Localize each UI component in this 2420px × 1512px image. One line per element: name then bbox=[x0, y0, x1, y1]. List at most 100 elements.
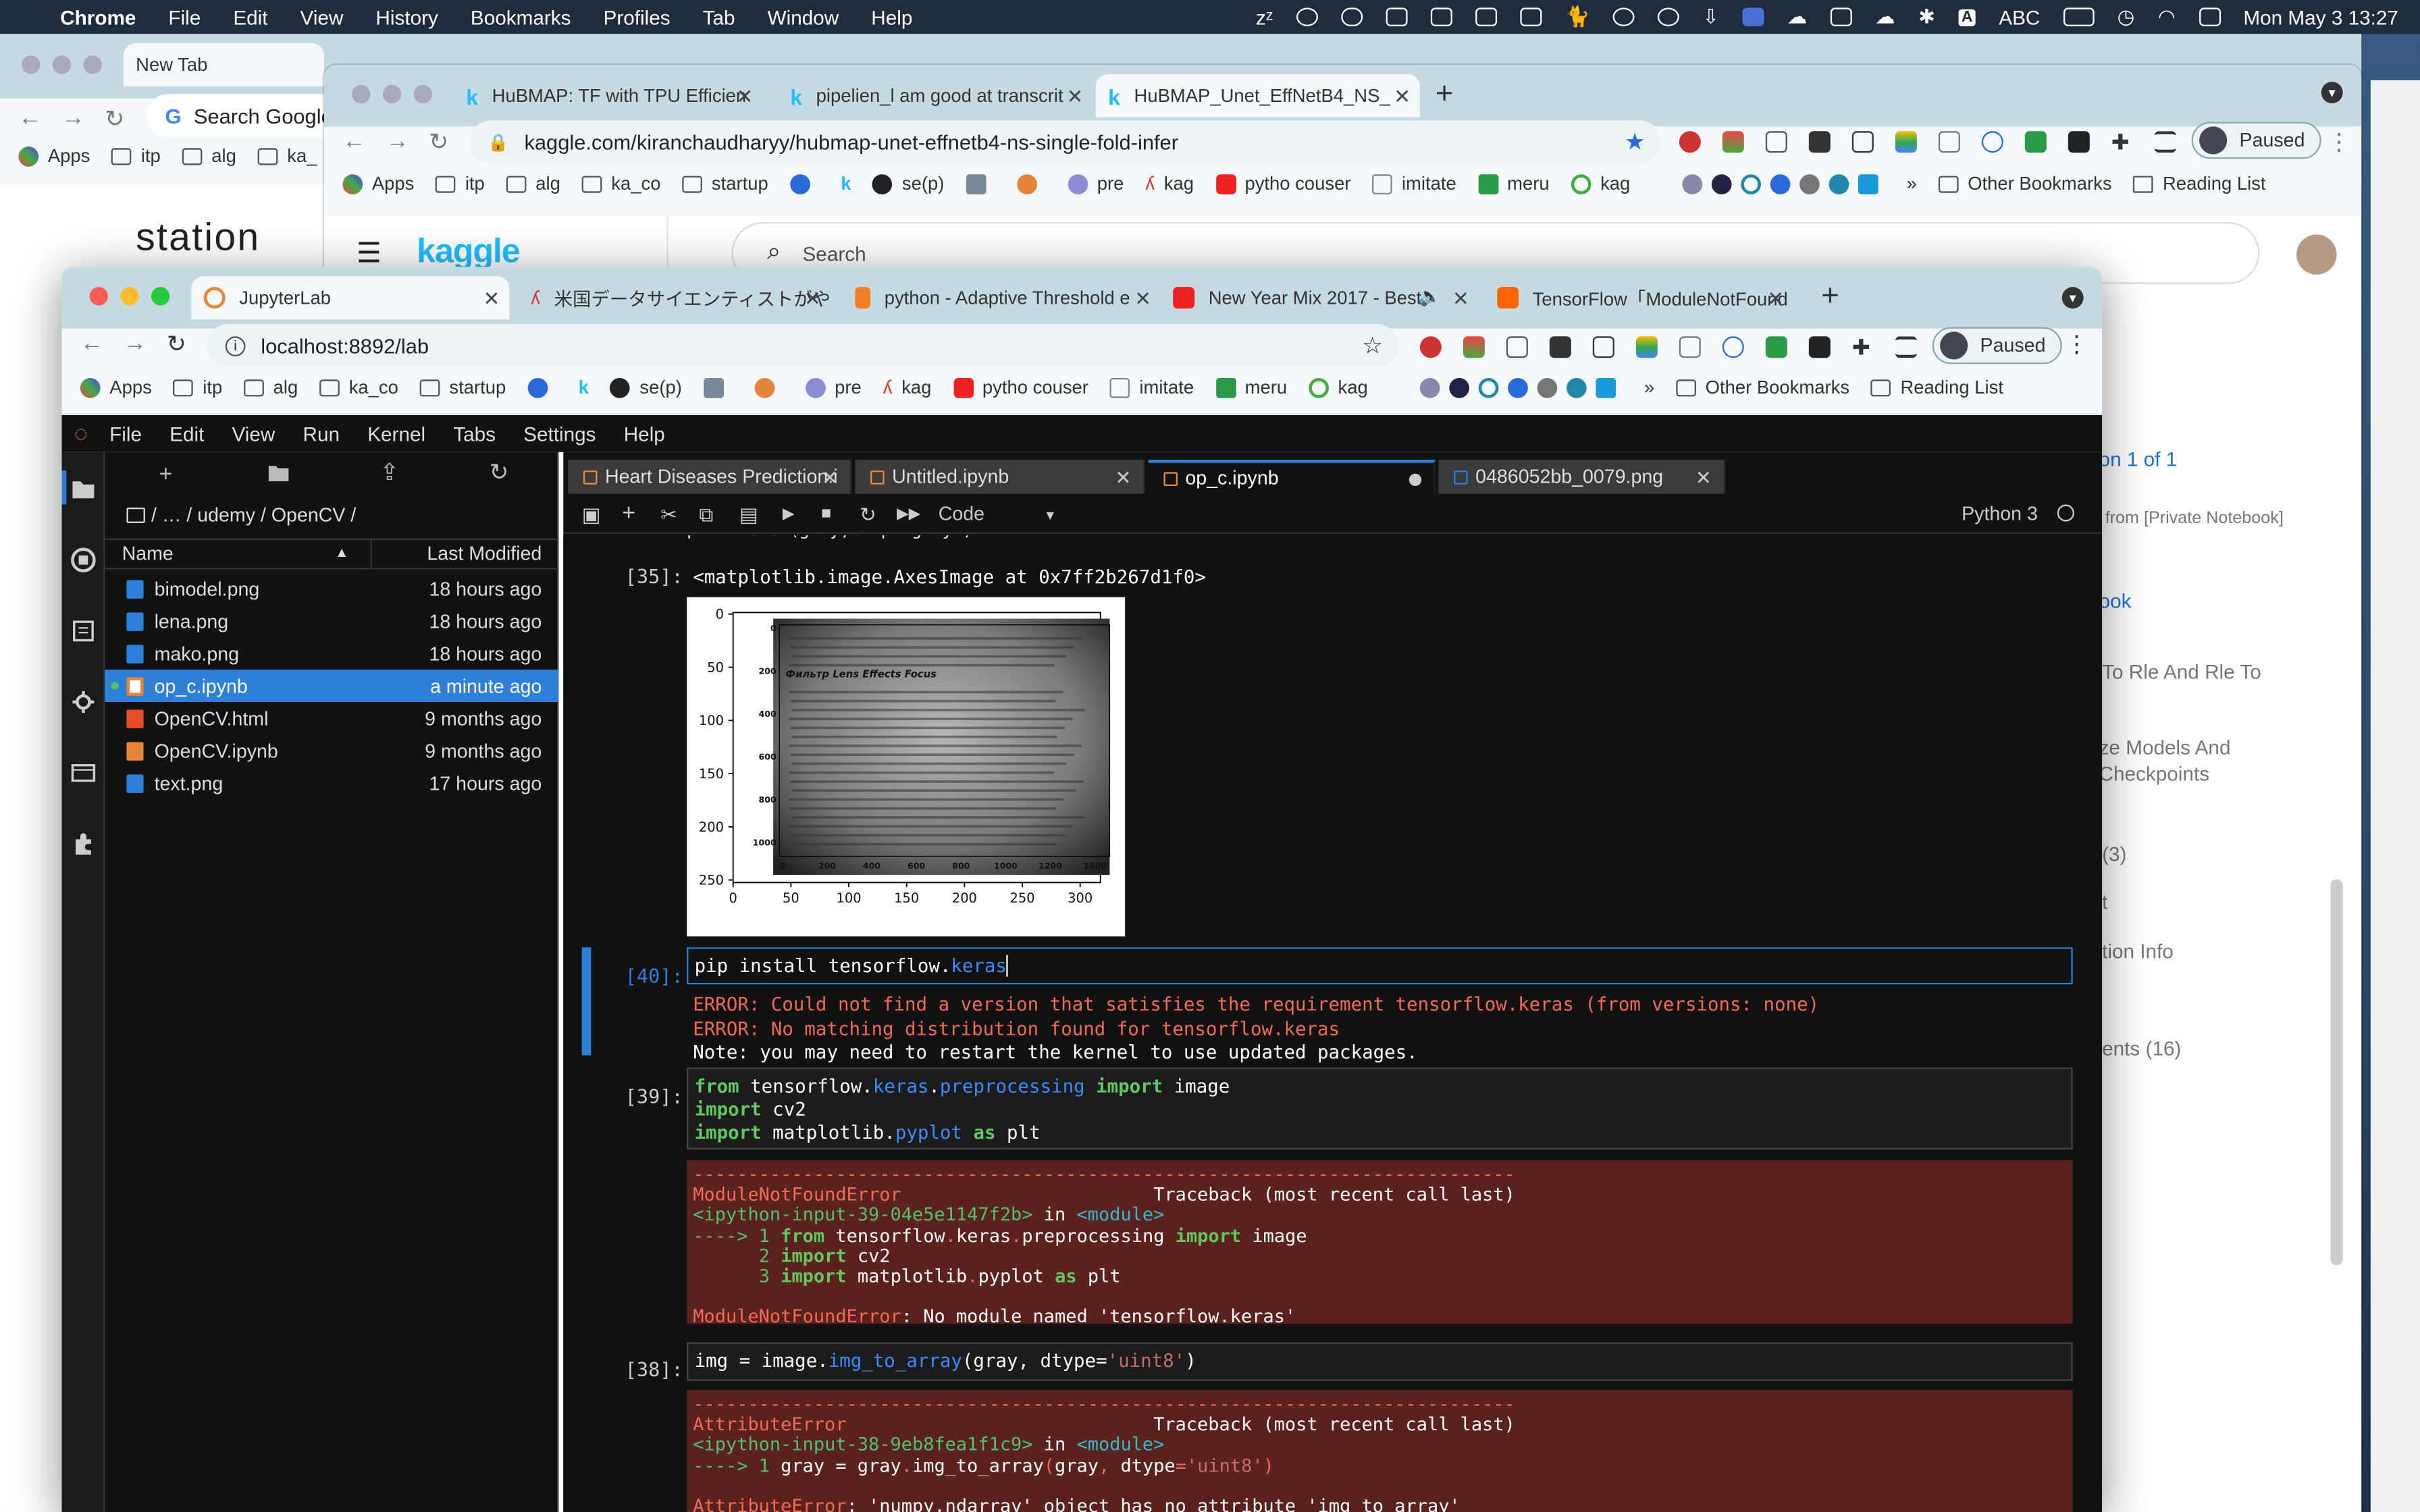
jl-menu-help[interactable]: Help bbox=[624, 422, 665, 445]
save-icon[interactable]: ▣ bbox=[582, 503, 601, 528]
kebab-menu-icon[interactable]: ⋮ bbox=[2065, 330, 2088, 358]
restart-icon[interactable]: ↻ bbox=[860, 503, 876, 528]
back-icon[interactable]: ← bbox=[18, 105, 41, 131]
ext-7-icon[interactable] bbox=[1679, 336, 1701, 358]
file-row[interactable]: OpenCV.html 9 months ago bbox=[105, 702, 558, 734]
extension-icon[interactable] bbox=[71, 832, 96, 857]
commands-icon[interactable] bbox=[71, 619, 96, 644]
menu-help[interactable]: Help bbox=[871, 5, 912, 28]
grid-icon[interactable] bbox=[1520, 7, 1542, 26]
ext-8-icon[interactable] bbox=[1981, 131, 2003, 153]
control-center-icon[interactable] bbox=[2199, 7, 2221, 26]
refresh-icon[interactable]: ↻ bbox=[490, 458, 509, 486]
ext-9-icon[interactable] bbox=[1765, 336, 1787, 358]
min-dot-icon[interactable] bbox=[382, 84, 402, 104]
kaggle-side-6[interactable]: Checkpoints bbox=[2099, 762, 2210, 785]
ext-8-icon[interactable] bbox=[1722, 336, 1744, 358]
tab-close-icon[interactable]: ✕ bbox=[483, 287, 500, 312]
bm-kag2[interactable]: kag bbox=[1571, 173, 1630, 194]
bm-alg[interactable]: alg bbox=[244, 377, 298, 398]
forward-icon[interactable]: → bbox=[61, 105, 84, 131]
menu-bookmarks[interactable]: Bookmarks bbox=[471, 5, 571, 28]
menu-chrome[interactable]: Chrome bbox=[60, 5, 136, 28]
folder-icon[interactable] bbox=[71, 477, 96, 502]
kaggle-side-10[interactable]: ents (16) bbox=[2102, 1037, 2181, 1060]
close-dot-icon[interactable] bbox=[89, 287, 108, 306]
running-icon[interactable] bbox=[71, 547, 96, 572]
bm-other[interactable]: Other Bookmarks bbox=[1676, 377, 1849, 398]
bm-more[interactable]: » bbox=[1420, 377, 1654, 398]
ext-1-icon[interactable] bbox=[1679, 131, 1701, 153]
bm-pytho[interactable]: pytho couser bbox=[1215, 173, 1351, 194]
ext-5-icon[interactable] bbox=[1592, 336, 1614, 358]
tab-close-icon[interactable]: ✕ bbox=[1394, 85, 1411, 110]
ext-2-icon[interactable] bbox=[1722, 131, 1744, 153]
menu-history[interactable]: History bbox=[375, 5, 438, 28]
input-source-icon[interactable]: A bbox=[1958, 8, 1976, 26]
unsaved-dot-icon[interactable] bbox=[1409, 473, 1422, 486]
battery-icon[interactable] bbox=[2063, 7, 2095, 26]
menu-file[interactable]: File bbox=[168, 5, 201, 28]
jl-tab-4[interactable]: New Year Mix 2017 - Best 🔈 ✕ bbox=[1161, 276, 1479, 319]
back-icon[interactable]: ← bbox=[342, 128, 365, 155]
playlist-icon[interactable] bbox=[2154, 131, 2176, 153]
close-icon[interactable]: ✕ bbox=[822, 465, 838, 488]
new-tab-icon[interactable]: + bbox=[1436, 77, 1454, 113]
bm-startup[interactable]: startup bbox=[682, 173, 768, 194]
doc-tab-png[interactable]: 0486052bb_0079.png ✕ bbox=[1438, 460, 1726, 494]
close-icon[interactable]: ✕ bbox=[1695, 465, 1712, 488]
bm-k[interactable]: k bbox=[841, 173, 851, 194]
kaggle-side-8[interactable]: t bbox=[2102, 890, 2107, 913]
bm-imitate[interactable]: imitate bbox=[1372, 173, 1456, 194]
kaggle-side-5[interactable]: ze Models And bbox=[2099, 736, 2231, 759]
ext-3-icon[interactable] bbox=[1506, 336, 1528, 358]
chart-icon[interactable] bbox=[1475, 7, 1497, 26]
stop-icon[interactable]: ■ bbox=[821, 504, 831, 522]
upload-cloud-icon[interactable]: ☁ bbox=[1787, 5, 1808, 30]
name-column-header[interactable]: Name bbox=[122, 543, 174, 565]
paste-icon[interactable]: ▤ bbox=[739, 503, 758, 528]
min-dot-icon[interactable] bbox=[120, 287, 139, 306]
puzzle-icon[interactable]: ✚ bbox=[1852, 336, 1874, 358]
reload-icon[interactable]: ↻ bbox=[167, 330, 186, 358]
bg-omnibox[interactable]: G Search Google bbox=[147, 94, 348, 138]
file-row[interactable]: text.png 17 hours ago bbox=[105, 767, 558, 799]
reload-icon[interactable]: ↻ bbox=[429, 128, 448, 156]
kaggle-side-3[interactable]: ook bbox=[2099, 589, 2132, 612]
file-row[interactable]: lena.png 18 hours ago bbox=[105, 605, 558, 637]
cut-icon[interactable]: ✂ bbox=[660, 503, 677, 528]
bm-alg[interactable]: alg bbox=[182, 145, 236, 167]
modified-column-header[interactable]: Last Modified bbox=[427, 543, 542, 565]
gear-icon[interactable] bbox=[71, 690, 96, 715]
menu-window[interactable]: Window bbox=[768, 5, 839, 28]
hamburger-icon[interactable]: ☰ bbox=[357, 238, 382, 270]
bm-itp[interactable]: itp bbox=[111, 145, 161, 167]
tab-close-icon[interactable]: ✕ bbox=[1134, 287, 1151, 312]
bg-tab-new[interactable]: New Tab bbox=[123, 43, 324, 86]
forward-icon[interactable]: → bbox=[386, 128, 409, 155]
bm-ka[interactable]: ka_ bbox=[257, 145, 317, 167]
jl-menu-edit[interactable]: Edit bbox=[169, 422, 204, 445]
bm-meru[interactable]: meru bbox=[1215, 377, 1287, 398]
cloud2-icon[interactable]: ☁ bbox=[1875, 5, 1895, 30]
tab-close-icon[interactable]: ✕ bbox=[1067, 85, 1084, 110]
jl-menu-tabs[interactable]: Tabs bbox=[453, 422, 496, 445]
file-row[interactable]: mako.png 18 hours ago bbox=[105, 637, 558, 670]
cell-40-input[interactable]: pip install tensorflow.keras bbox=[687, 947, 2073, 985]
ext-9-icon[interactable] bbox=[2024, 131, 2047, 153]
bm-reading-list[interactable]: Reading List bbox=[2133, 173, 2266, 194]
puzzle-icon[interactable]: ✚ bbox=[2111, 131, 2133, 153]
file-row[interactable]: OpenCV.ipynb 9 months ago bbox=[105, 734, 558, 767]
jl-tab-jupyterlab[interactable]: JupyterLab ✕ bbox=[191, 276, 510, 320]
copy-icon[interactable]: ⧉ bbox=[699, 503, 713, 528]
clock-icon[interactable]: ◷ bbox=[2118, 5, 2135, 30]
kaggle-tab-2[interactable]: k pipelien_l am good at transcrit ✕ bbox=[778, 74, 1093, 117]
ext-2-icon[interactable] bbox=[1463, 336, 1485, 358]
cell-39-input[interactable]: from tensorflow.keras.preprocessing impo… bbox=[687, 1067, 2073, 1150]
kaggle-omnibox[interactable]: 🔒 kaggle.com/kiranchaudharyy/hubmap-unet-… bbox=[469, 120, 1661, 164]
ext-3-icon[interactable] bbox=[1765, 131, 1787, 153]
max-dot-icon[interactable] bbox=[413, 84, 432, 104]
bm-pytho[interactable]: pytho couser bbox=[953, 377, 1088, 398]
bm-orange[interactable] bbox=[754, 377, 783, 398]
kaggle-tab-1[interactable]: k HuBMAP: TF with TPU Efficien ✕ bbox=[454, 74, 762, 117]
